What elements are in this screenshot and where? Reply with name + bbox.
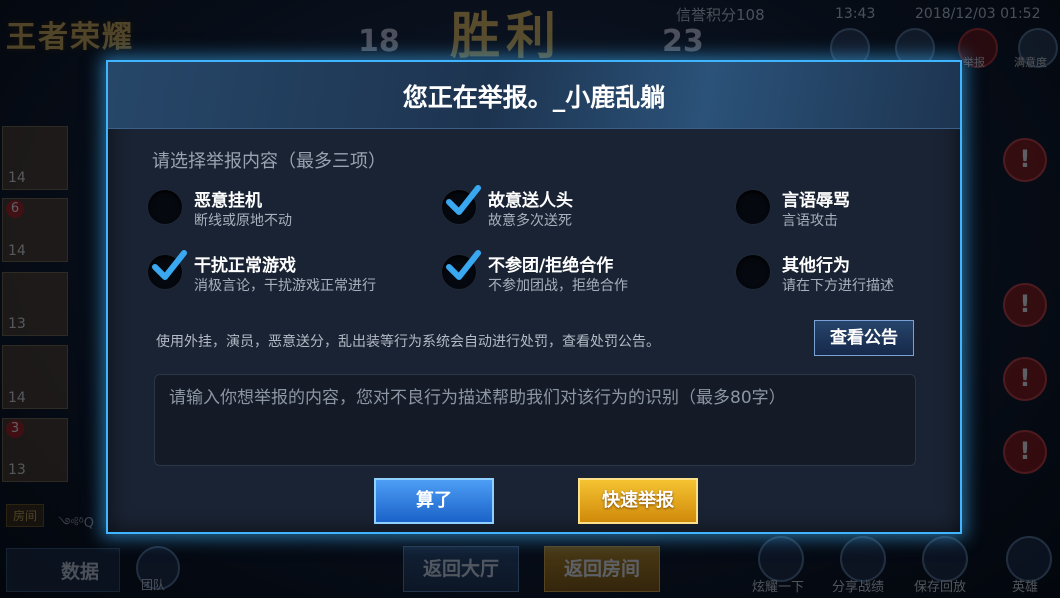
section-title: 请选择举报内容（最多三项） (152, 151, 386, 172)
cancel-button[interactable]: 算了 (374, 478, 494, 524)
option-desc: 消极言论，干扰游戏正常进行 (194, 278, 376, 294)
radio-unchecked[interactable] (736, 255, 770, 289)
input-placeholder: 请输入你想举报的内容，您对不良行为描述帮助我们对该行为的识别（最多80字） (169, 388, 786, 408)
option-desc: 请在下方进行描述 (782, 278, 894, 294)
checkmark-icon (446, 185, 481, 215)
option-label: 言语辱骂 (782, 191, 850, 211)
option-desc: 言语攻击 (782, 213, 838, 229)
option-label: 不参团/拒绝合作 (488, 256, 614, 276)
report-description-input[interactable]: 请输入你想举报的内容，您对不良行为描述帮助我们对该行为的识别（最多80字） (154, 374, 916, 466)
dialog-header: 您正在举报。_小鹿乱躺 (108, 62, 960, 129)
option-label: 干扰正常游戏 (194, 256, 296, 276)
checkmark-icon (446, 250, 481, 280)
option-desc: 断线或原地不动 (194, 213, 292, 229)
option-label: 恶意挂机 (194, 191, 262, 211)
option-label: 其他行为 (782, 256, 850, 276)
view-announcement-button[interactable]: 查看公告 (814, 320, 914, 356)
option-label: 故意送人头 (488, 191, 573, 211)
option-desc: 不参加团战，拒绝合作 (488, 278, 628, 294)
option-desc: 故意多次送死 (488, 213, 572, 229)
penalty-notice: 使用外挂，演员，恶意送分，乱出装等行为系统会自动进行处罚，查看处罚公告。 (156, 334, 660, 350)
report-dialog: 您正在举报。_小鹿乱躺 请选择举报内容（最多三项） 恶意挂机 断线或原地不动 故… (106, 60, 962, 534)
quick-report-button[interactable]: 快速举报 (578, 478, 698, 524)
radio-unchecked[interactable] (148, 190, 182, 224)
dialog-title: 您正在举报。_小鹿乱躺 (402, 83, 666, 112)
checkmark-icon (152, 250, 187, 280)
radio-unchecked[interactable] (736, 190, 770, 224)
